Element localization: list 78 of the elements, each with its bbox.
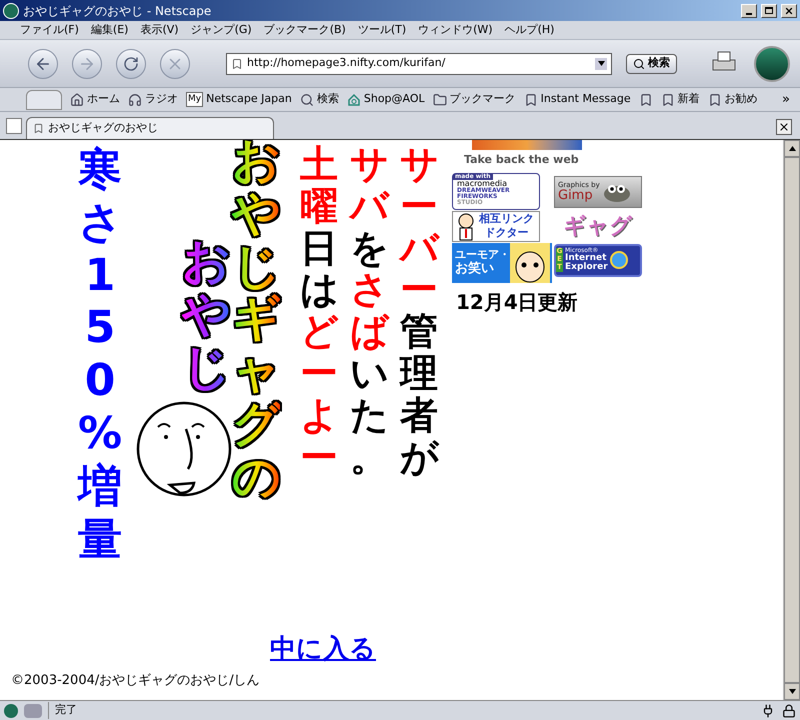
reload-button[interactable] [116,48,146,78]
dropdown-button[interactable] [595,58,607,70]
banner-text: お笑い [455,261,495,278]
headline-vertical-text: サバ を さば いた。 [350,144,388,478]
maximize-icon [765,7,773,14]
bookmark-item[interactable]: Shop@AOL [346,91,425,108]
menu-item[interactable]: ツール(T) [358,22,406,38]
tab[interactable]: おやじギャグのおやじ [26,117,274,139]
menu-item[interactable]: 編集(E) [90,22,128,38]
caret-icon [598,61,604,66]
bookmark-icon [33,123,44,134]
enter-link[interactable]: 中に入る [270,630,376,669]
headline-vertical-text: サーバー 管理者が [400,144,438,478]
banner-text: macromedia [457,180,508,188]
maximize-button[interactable] [761,4,777,18]
back-button[interactable] [28,48,58,78]
menu-item[interactable]: ファイル(F) [20,22,79,38]
close-icon [778,121,790,133]
banner-text: ドクター [484,226,528,240]
window-title: おやじギャグのおやじ - Netscape [23,2,212,20]
scroll-up-button[interactable] [784,140,800,157]
bookmark-icon [638,92,653,106]
close-button[interactable] [781,4,797,18]
minimize-icon [746,12,752,14]
banner-text: ユーモア・ [455,248,510,261]
scroll-down-button[interactable] [784,683,800,700]
bookmark-item[interactable] [638,92,653,106]
banner-text: Gimp [558,188,593,202]
headphones-icon [128,92,142,106]
menu-item[interactable]: ジャンプ(G) [190,22,252,38]
bookmark-item[interactable]: Instant Message [524,91,631,108]
banner-text: Internet [565,254,606,263]
update-date-text: 12月4日更新 [456,288,579,316]
slogan-vertical-text: 寒さ150%増量 [78,143,122,566]
bookmark-item[interactable]: ブックマーク [432,91,516,108]
link-doctor-banner[interactable]: 相互リンク ドクター [452,210,540,242]
bookmark-item[interactable]: ホーム [70,91,120,108]
reload-icon [123,56,139,72]
banner-text: Explorer [565,263,608,272]
down-arrow-icon [788,689,796,694]
close-icon [784,6,794,16]
bookmark-item[interactable]: お勧め [708,91,758,108]
house-icon [346,92,361,106]
page-icon [231,58,243,70]
status-text: 完了 [48,702,754,719]
bookmark-item[interactable]: 新着 [660,91,700,108]
search-icon [300,92,314,106]
menu-item[interactable]: 表示(V) [140,22,179,38]
bookmark-item[interactable]: My Netscape Japan [186,91,292,108]
headline-vertical-text: 土曜 日は どーよー [300,144,338,478]
banner-text: 相互リンク [479,212,534,226]
lock-icon [782,704,796,718]
bookmark-item[interactable]: 検索 [300,91,339,108]
up-arrow-icon [788,146,796,151]
copyright-text: ©2003-2004/おやじギャグのおやじ/しん [11,672,261,690]
stop-button[interactable] [160,48,190,78]
new-tab-icon[interactable] [6,118,22,134]
search-icon [633,58,645,70]
caption-text: Take back the web [464,152,580,168]
minimize-button[interactable] [741,4,757,18]
address-field[interactable]: http://homepage3.nifty.com/kurifan/ [226,52,612,74]
bookmark-item[interactable]: ラジオ [128,91,178,108]
home-icon [70,92,84,106]
search-button[interactable]: 検索 [626,54,677,74]
bookmark-icon [708,92,722,106]
folder-icon [432,92,447,106]
humor-banner[interactable]: ユーモア・ お笑い [452,242,552,282]
forward-button[interactable] [72,48,102,78]
menu-item[interactable]: ブックマーク(B) [264,22,346,38]
menu-item[interactable]: ウィンドウ(W) [418,22,493,38]
close-tab-button[interactable] [776,119,792,135]
my-icon: My [186,92,204,108]
bookmark-icon [660,92,675,106]
sidebar-toggle-icon[interactable] [26,90,62,110]
more-chevron[interactable]: » [782,90,790,110]
menu-item[interactable]: ヘルプ(H) [504,22,554,38]
address-text: http://homepage3.nifty.com/kurifan/ [247,55,446,72]
bookmark-icon [524,92,538,106]
